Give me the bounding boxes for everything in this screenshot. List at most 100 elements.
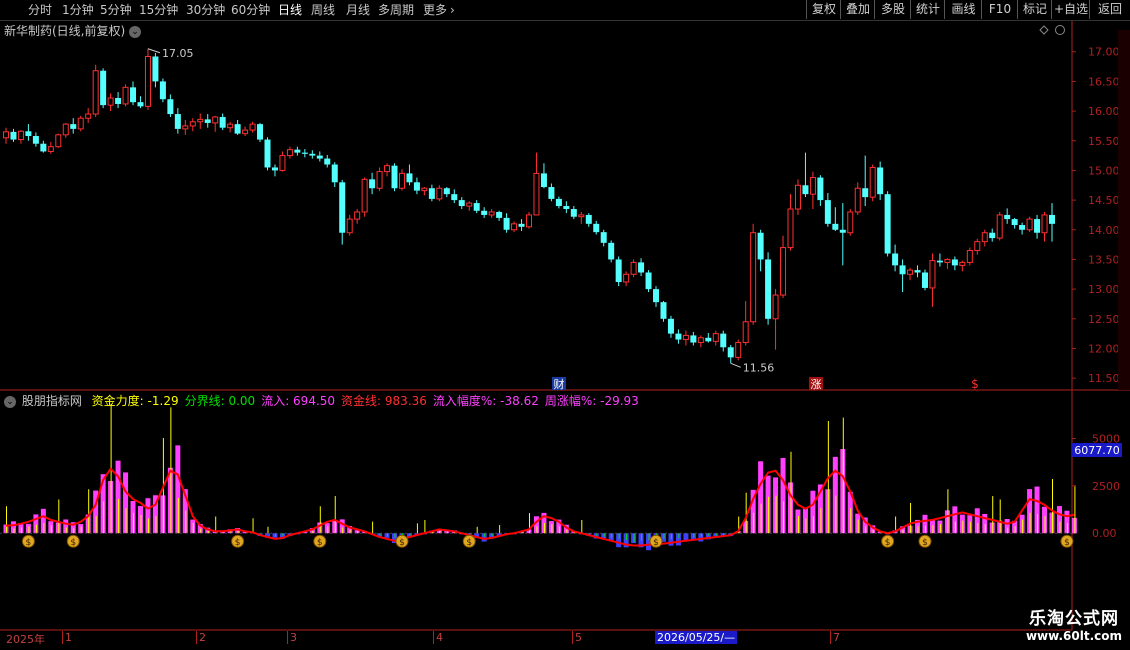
price-tick-label: 14.00 [1088,224,1120,237]
indicator-field-label: 流入幅度%: [432,394,497,408]
candle-body-down [32,136,39,144]
indicator-field: 分界线: 0.00 [185,394,256,408]
candle-body-up [750,232,757,323]
candle-body-down [593,223,600,233]
watermark: 乐淘公式网 www.60lt.com [1026,604,1122,643]
candle-body-up [847,211,854,234]
candle-body-down [1019,225,1026,230]
money-bag-glyph: $ [317,538,323,548]
candle-body-down [548,187,555,199]
candle-body-up [398,172,405,189]
flow-bar [63,519,69,534]
candle-body-down [481,210,488,215]
date-axis-label: 3 [287,631,297,644]
candle-body-up [466,202,473,207]
candle-body-down [884,194,891,254]
candle-body-down [339,182,346,233]
indicator-field-value: 983.36 [381,394,427,408]
candle-body-up [182,125,189,130]
candle-body-up [996,214,1003,239]
price-tick-label: 15.50 [1088,135,1120,148]
price-tick-label: 13.50 [1088,253,1120,266]
candle-body-down [653,289,660,303]
candle-body-up [354,211,361,220]
indicator-field-value: 0.00 [224,394,256,408]
candle-body-down [615,259,622,282]
indicator-field: 资金力度: -1.29 [92,394,179,408]
candle-body-down [765,259,772,319]
candle-body-down [832,223,839,230]
candle-body-up [436,187,443,200]
candle-body-down [645,272,652,290]
candle-body-down [115,98,122,104]
candle-body-down [824,200,831,224]
candle-body-up [227,123,234,129]
candle-body-down [451,194,458,201]
candle-body-up [981,232,988,243]
candle-body-down [936,260,943,263]
candle-body-down [570,209,577,217]
price-tick-label: 12.00 [1088,342,1120,355]
candle-body-down [301,152,308,154]
candle-body-down [167,99,174,115]
candle-body-up [144,55,151,107]
candle-body-up [376,171,383,189]
candle-body-up [77,117,84,130]
candle-body-down [264,139,271,168]
candle-body-down [309,153,316,156]
indicator-field-label: 分界线: [184,394,225,408]
low-pointer [730,362,741,368]
candle-body-down [705,337,712,342]
candle-body-up [1041,214,1048,234]
fund-line [5,467,1075,547]
candle-body-down [877,167,884,195]
candle-body-down [503,217,510,230]
money-bag-glyph: $ [1064,538,1070,548]
indicator-field-value: -29.93 [596,394,639,408]
indicator-title: ⌄ 股朋指标网 资金力度: -1.29 分界线: 0.00 流入: 694.50 资金… [4,392,651,409]
candle-body-down [152,56,159,82]
candle-body-up [907,269,914,275]
candle-body-up [869,166,876,198]
candle-body-up [197,118,204,123]
candle-body-up [346,218,353,234]
candle-body-up [17,130,24,141]
candle-body-down [1049,214,1055,224]
candle-body-down [518,223,525,227]
indicator-field: 流入幅度%: -38.62 [433,394,539,408]
chevron-down-icon[interactable]: ⌄ [4,395,16,408]
money-bag-glyph: $ [26,538,32,548]
candle-body-down [660,302,667,319]
candle-body-down [159,81,166,100]
candle-body-up [772,294,779,320]
candle-body-up [85,113,92,119]
high-price-label: 17.05 [162,47,194,60]
candle-body-down [555,198,562,207]
candle-body-up [623,273,630,283]
candle-body-up [809,177,816,195]
candle-body-down [802,185,809,195]
price-tick-label: 16.50 [1088,75,1120,88]
candle-body-up [189,121,196,127]
ind-value-label: 6077.70 [1074,444,1120,457]
flow-bar [123,472,129,534]
zhang-marker: 涨 [811,378,822,391]
candle-body-down [989,232,996,239]
candle-body-down [40,143,47,152]
date-axis-label: 1 [62,631,72,644]
high-pointer [147,48,161,54]
candle-body-down [428,188,435,199]
candle-body-down [600,232,607,243]
candle-body-up [966,250,973,263]
flow-bar [683,533,689,541]
indicator-field-value: -1.29 [143,394,179,408]
date-axis-label: 2 [196,631,206,644]
candle-body-down [899,265,906,275]
candle-body-up [526,214,532,228]
candle-body-up [578,214,585,218]
indicator-field-label: 周涨幅%: [544,394,597,408]
candle-body-down [204,119,211,123]
candle-body-up [488,211,495,216]
stock-chart[interactable]: 17.00 16.50 16.00 15.50 15.00 14.50 14.00 13.50… [0,0,1130,650]
indicator-field-value: 694.50 [289,394,336,408]
